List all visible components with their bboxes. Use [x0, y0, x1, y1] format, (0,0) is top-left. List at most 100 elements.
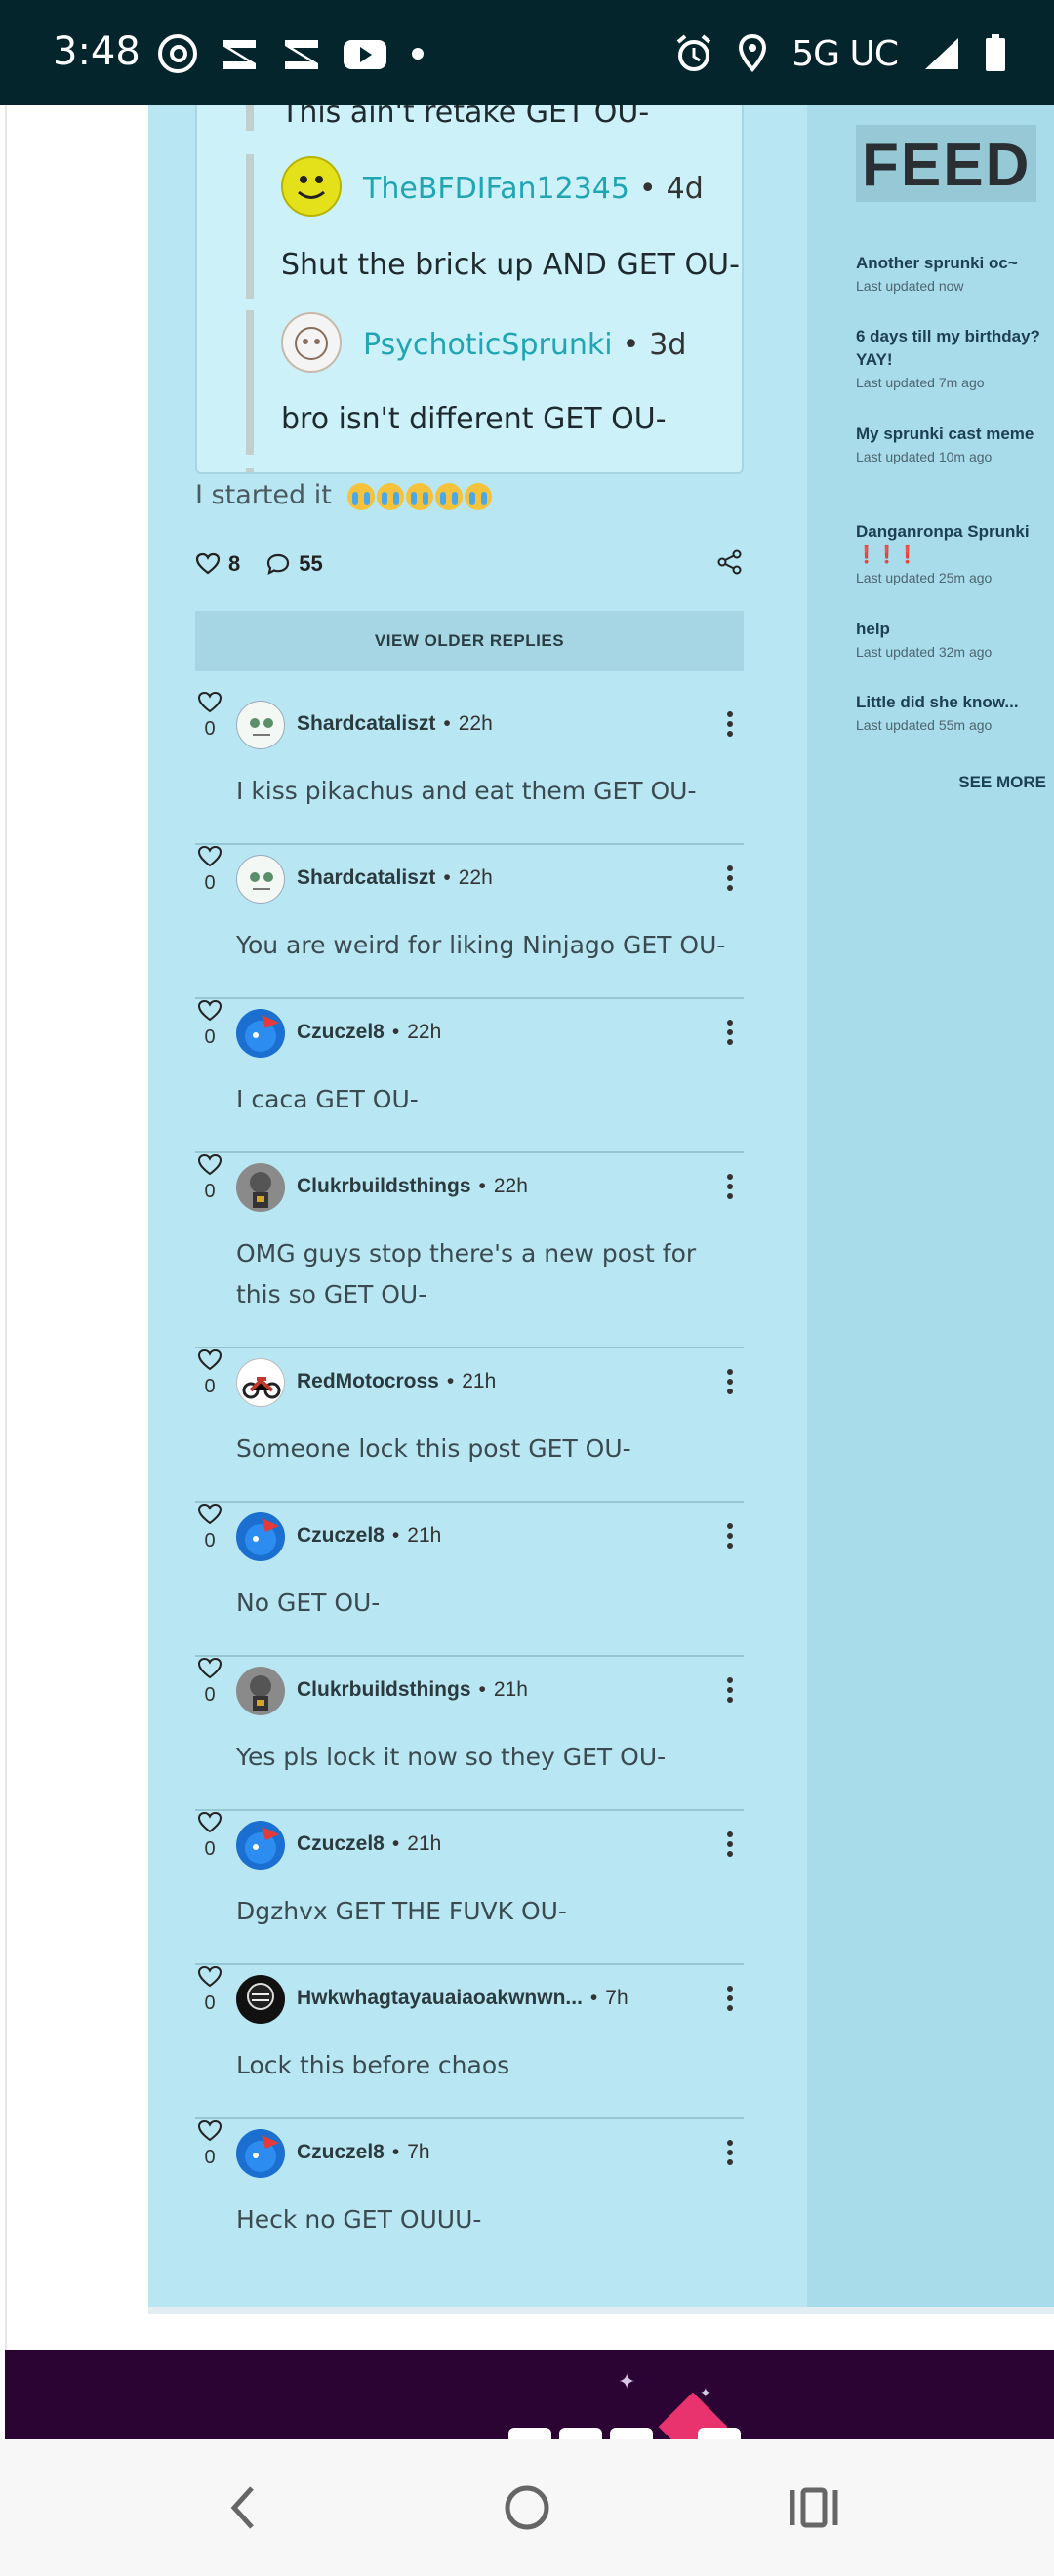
avatar[interactable] [236, 1975, 285, 2024]
reply-username[interactable]: Czuczel8 [297, 2141, 385, 2163]
home-button[interactable] [500, 2478, 554, 2542]
reply-like-count: 0 [204, 1026, 216, 1048]
reply-username[interactable]: Czuczel8 [297, 1832, 385, 1855]
reply-like-button[interactable]: 0 [195, 1811, 224, 1861]
timestamp: 3d [649, 328, 687, 362]
avatar[interactable] [236, 1512, 285, 1561]
feed-item-title[interactable]: Danganronpa Sprunki ❗❗❗ [856, 520, 1051, 567]
reply-like-button[interactable]: 0 [195, 2119, 224, 2169]
comments-panel: This ain't retake GET OU- TheBFDIFan1234… [148, 105, 807, 2307]
more-options-button[interactable] [724, 865, 736, 897]
feed-item-title[interactable]: Another sprunki oc~ [856, 252, 1051, 275]
author-name[interactable]: PsychoticSprunki [363, 328, 613, 362]
quote-author[interactable]: PsychoticSprunki • 3d [363, 328, 686, 362]
reply-header: Czuczel8 • 21h [297, 1524, 441, 1548]
feed-item-title[interactable]: Little did she know... [856, 691, 1051, 714]
avatar[interactable] [236, 2129, 285, 2178]
reply-like-button[interactable]: 0 [195, 691, 224, 741]
reply-like-button[interactable]: 0 [195, 1153, 224, 1203]
reply-header: Czuczel8 • 22h [297, 1021, 441, 1044]
reply-username[interactable]: Shardcataliszt [297, 712, 435, 735]
reply-text: Yes pls lock it now so they GET OU- [236, 1743, 667, 1771]
reply-like-count: 0 [204, 2147, 216, 2168]
quote-bar [246, 468, 254, 472]
more-options-button[interactable] [724, 1985, 736, 2017]
avatar[interactable] [236, 855, 285, 904]
reply-username[interactable]: RedMotocross [297, 1370, 439, 1392]
reply-like-button[interactable]: 0 [195, 845, 224, 895]
separator: • [443, 866, 451, 889]
reply-username[interactable]: Hwkwhagtayauaiaoakwnwn... [297, 1987, 583, 2009]
see-more-link[interactable]: SEE MORE [958, 773, 1046, 792]
more-options-button[interactable] [724, 1368, 736, 1400]
feed-item[interactable]: Little did she know... Last updated 55m … [856, 691, 1051, 736]
avatar[interactable] [236, 1009, 285, 1058]
avatar[interactable] [236, 1667, 285, 1715]
reply-item: 0 Shardcataliszt • 22h You are weird for l… [195, 845, 744, 999]
share-icon [717, 549, 742, 575]
reply-like-button[interactable]: 0 [195, 999, 224, 1049]
back-button[interactable] [223, 2478, 262, 2542]
avatar[interactable] [281, 312, 342, 373]
avatar[interactable] [281, 156, 342, 217]
reply-username[interactable]: Czuczel8 [297, 1524, 385, 1547]
recents-icon [790, 2487, 838, 2528]
feed-item[interactable]: Another sprunki oc~ Last updated now [856, 252, 1051, 297]
avatar[interactable] [236, 1821, 285, 1870]
signal-icon [925, 38, 958, 69]
reply-item: 0 Hwkwhagtayauaiaoakwnwn... • 7h Lock this… [195, 1965, 744, 2119]
heart-icon [197, 1657, 223, 1679]
more-options-button[interactable] [724, 1676, 736, 1709]
more-options-button[interactable] [724, 710, 736, 743]
feed-item-title[interactable]: help [856, 618, 1051, 641]
reply-like-button[interactable]: 0 [195, 1965, 224, 2015]
reply-text: OMG guys stop there's a new post for thi… [236, 1239, 697, 1308]
reply-text: Someone lock this post GET OU- [236, 1434, 631, 1463]
battery-icon [986, 34, 1005, 71]
reply-username[interactable]: Czuczel8 [297, 1021, 385, 1043]
avatar[interactable] [236, 1358, 285, 1407]
feed-item-title[interactable]: 6 days till my birthday? YAY! [856, 325, 1051, 372]
reply-header: Clukrbuildsthings • 21h [297, 1678, 528, 1702]
reply-like-button[interactable]: 0 [195, 1348, 224, 1398]
reply-username[interactable]: Shardcataliszt [297, 866, 435, 889]
more-options-button[interactable] [724, 1831, 736, 1863]
like-button[interactable]: 8 [195, 551, 240, 577]
separator: • [589, 1987, 598, 2009]
separator: • [391, 1832, 400, 1855]
heart-icon [197, 1503, 223, 1525]
feed-item[interactable]: My sprunki cast meme Last updated 10m ag… [856, 423, 1051, 467]
share-button[interactable] [716, 548, 744, 582]
more-options-button[interactable] [724, 1173, 736, 1205]
capcut-icon [223, 40, 256, 69]
heart-icon [195, 552, 221, 575]
divider [148, 2307, 1054, 2314]
author-name[interactable]: TheBFDIFan12345 [363, 172, 629, 206]
site-logo[interactable] [503, 2398, 756, 2439]
recents-button[interactable] [787, 2478, 841, 2542]
feed-item[interactable]: Danganronpa Sprunki ❗❗❗ Last updated 25m… [856, 520, 1051, 588]
feed-item[interactable]: help Last updated 32m ago [856, 618, 1051, 663]
emoji-row [347, 482, 493, 510]
avatar[interactable] [236, 701, 285, 749]
reply-header: Czuczel8 • 21h [297, 1832, 441, 1856]
reply-like-button[interactable]: 0 [195, 1503, 224, 1552]
comments-button[interactable]: 55 [265, 551, 323, 577]
more-options-button[interactable] [724, 1019, 736, 1051]
view-older-replies-button[interactable]: VIEW OLDER REPLIES [195, 611, 744, 671]
crying-emoji-icon [406, 482, 434, 510]
more-options-button[interactable] [724, 1522, 736, 1554]
reply-text: Lock this before chaos [236, 2051, 510, 2079]
quote-author[interactable]: TheBFDIFan12345 • 4d [363, 172, 704, 206]
feed-item-updated: Last updated 25m ago [856, 570, 993, 585]
reply-username[interactable]: Clukrbuildsthings [297, 1175, 471, 1197]
feed-item[interactable]: 6 days till my birthday? YAY! Last updat… [856, 325, 1051, 393]
avatar[interactable] [236, 1163, 285, 1212]
reply-text: No GET OU- [236, 1589, 381, 1617]
feed-item-title[interactable]: My sprunki cast meme [856, 423, 1051, 446]
reply-username[interactable]: Clukrbuildsthings [297, 1678, 471, 1701]
heart-icon [197, 691, 223, 713]
reply-like-button[interactable]: 0 [195, 1657, 224, 1707]
reply-time: 21h [407, 1832, 442, 1855]
more-options-button[interactable] [724, 2139, 736, 2171]
